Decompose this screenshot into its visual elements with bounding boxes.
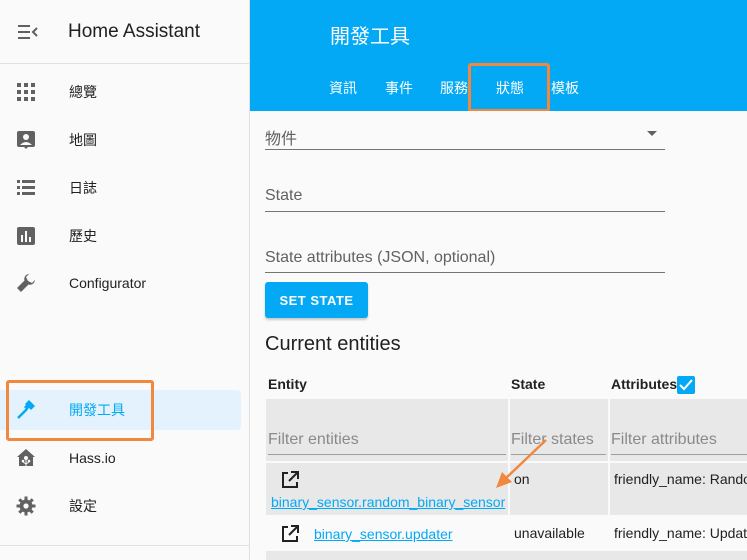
wrench-icon xyxy=(14,271,38,295)
entity-attributes: friendly_name: Update xyxy=(614,525,747,541)
set-state-button[interactable]: SET STATE xyxy=(265,282,368,318)
sidebar-divider xyxy=(0,545,250,546)
sidebar-item-label: Configurator xyxy=(69,275,147,291)
entity-link[interactable]: binary_sensor.random_binary_sensor xyxy=(271,494,505,510)
filter-cell-bg xyxy=(266,399,508,461)
state-input-label: State xyxy=(265,187,303,204)
app-header: 開發工具 資訊 事件 服務 狀態 模板 xyxy=(250,0,747,111)
sidebar: Home Assistant 總覽 地圖 日誌 歷史 Configurator … xyxy=(0,0,250,560)
gear-icon xyxy=(14,494,38,518)
entity-state: unavailable xyxy=(514,525,585,541)
filter-attributes-input[interactable]: Filter attributes xyxy=(611,431,717,449)
home-assistant-icon xyxy=(14,446,38,470)
sidebar-item-label: 總覽 xyxy=(69,84,97,100)
menu-open-icon xyxy=(18,24,38,39)
filter-cell-bg xyxy=(610,399,747,461)
table-row xyxy=(266,551,747,560)
sidebar-item-overview[interactable]: 總覽 xyxy=(0,72,250,112)
current-entities-title: Current entities xyxy=(265,333,401,355)
entity-select-label: 物件 xyxy=(265,131,298,148)
state-attributes-label: State attributes (JSON, optional) xyxy=(265,249,496,266)
sidebar-item-history[interactable]: 歷史 xyxy=(0,216,250,256)
sidebar-item-label: 設定 xyxy=(69,498,97,514)
app-title: Home Assistant xyxy=(68,20,200,42)
app-root: Home Assistant 總覽 地圖 日誌 歷史 Configurator … xyxy=(0,0,747,560)
open-in-new-icon[interactable] xyxy=(280,470,300,490)
sidebar-header: Home Assistant xyxy=(0,0,249,64)
sidebar-item-logbook[interactable]: 日誌 xyxy=(0,168,250,208)
arrow-annotation xyxy=(496,439,547,488)
grid-icon xyxy=(14,80,38,104)
sidebar-item-label: Hass.io xyxy=(69,450,116,466)
sidebar-item-label: 開發工具 xyxy=(69,402,125,418)
column-header-state: State xyxy=(511,376,546,392)
state-attributes-input[interactable]: State attributes (JSON, optional) xyxy=(265,249,665,273)
column-header-entity: Entity xyxy=(268,376,307,392)
tab-events[interactable]: 事件 xyxy=(385,78,413,98)
menu-toggle-button[interactable] xyxy=(4,8,52,56)
sidebar-item-hassio[interactable]: Hass.io xyxy=(0,438,250,478)
main-content: 物件 State State attributes (JSON, optiona… xyxy=(250,111,747,560)
sidebar-item-configurator[interactable]: Configurator xyxy=(0,263,250,303)
filter-entities-input[interactable]: Filter entities xyxy=(268,431,359,449)
tab-info[interactable]: 資訊 xyxy=(329,78,357,98)
sidebar-item-developer-tools[interactable]: 開發工具 xyxy=(0,390,241,430)
sidebar-item-label: 日誌 xyxy=(69,180,97,196)
chart-icon xyxy=(14,224,38,248)
page-title: 開發工具 xyxy=(330,26,410,48)
tab-services[interactable]: 服務 xyxy=(440,78,468,98)
sidebar-item-settings[interactable]: 設定 xyxy=(0,486,250,526)
state-input[interactable]: State xyxy=(265,187,665,212)
tab-states[interactable]: 狀態 xyxy=(496,78,524,98)
hammer-icon xyxy=(14,398,38,422)
attributes-checkbox[interactable] xyxy=(677,376,695,394)
sidebar-item-label: 歷史 xyxy=(69,228,97,244)
chevron-down-icon xyxy=(647,131,657,136)
open-in-new-icon[interactable] xyxy=(280,524,300,544)
filter-underline xyxy=(268,454,506,455)
account-box-icon xyxy=(14,128,38,152)
entity-attributes: friendly_name: Rando xyxy=(614,471,747,487)
column-header-attributes: Attributes xyxy=(611,376,678,392)
sidebar-item-map[interactable]: 地圖 xyxy=(0,120,250,160)
tab-templates[interactable]: 模板 xyxy=(551,78,579,98)
list-icon xyxy=(14,176,38,200)
check-icon xyxy=(679,379,693,391)
sidebar-item-label: 地圖 xyxy=(69,132,97,148)
filter-underline xyxy=(611,454,747,455)
entity-select[interactable]: 物件 xyxy=(265,125,665,150)
entity-link[interactable]: binary_sensor.updater xyxy=(314,526,453,542)
